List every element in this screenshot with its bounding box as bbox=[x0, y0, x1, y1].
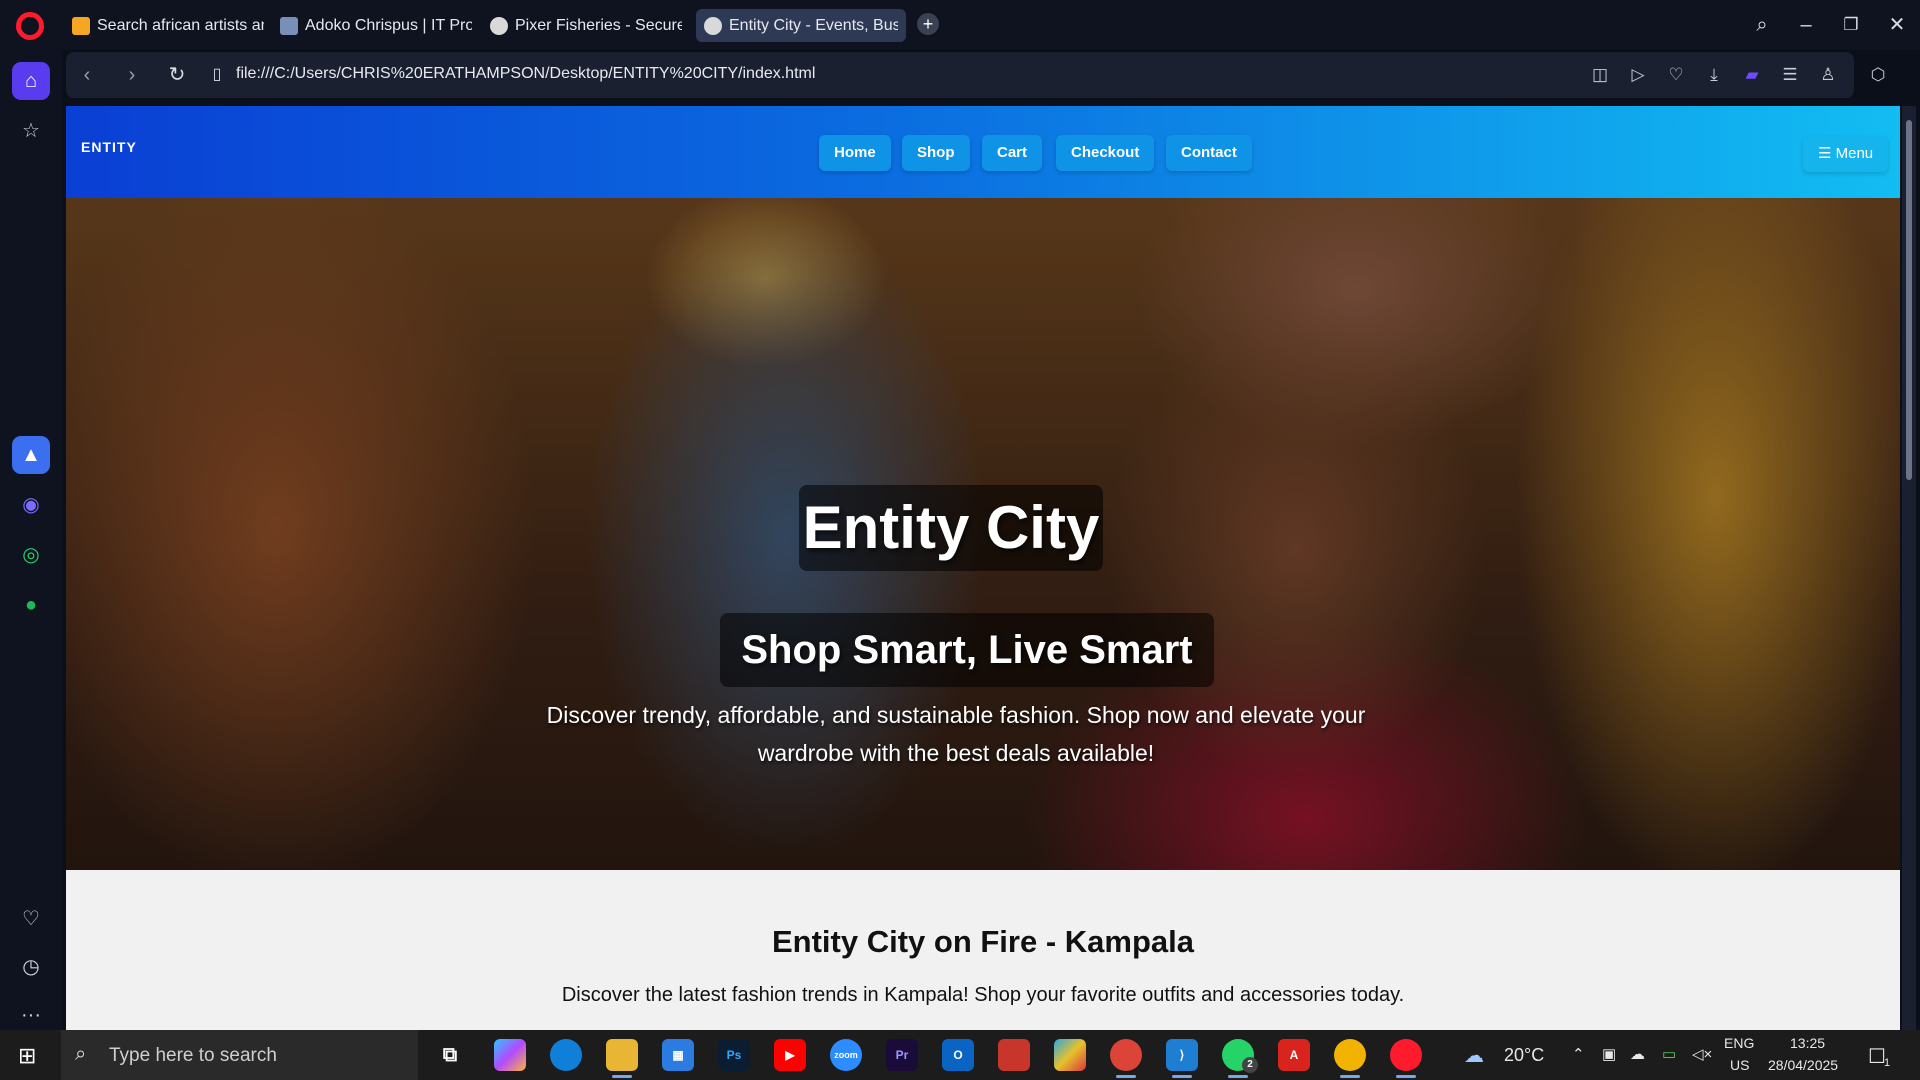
hero-banner: Entity City Shop Smart, Live Smart Disco… bbox=[66, 198, 1900, 870]
tab-label: Entity City - Events, Busine bbox=[729, 16, 898, 34]
reload-button[interactable]: ↻ bbox=[162, 60, 192, 90]
address-toolbar: ‹ › ↻ ▯ file:///C:/Users/CHRIS%20ERATHAM… bbox=[66, 52, 1854, 98]
scrollbar-thumb[interactable] bbox=[1906, 120, 1912, 480]
chrome-icon[interactable] bbox=[1110, 1039, 1142, 1078]
language-indicator[interactable]: ENG bbox=[1724, 1035, 1754, 1051]
browser-sidebar: ⌂ ☆ ▲ ◉ ◎ ● ♡ ◷ ··· bbox=[0, 50, 62, 1030]
tab-search-african-artists[interactable]: Search african artists and s bbox=[64, 9, 272, 42]
windows-taskbar: ⊞ ⌕ Type here to search ⧉ ▦ Ps ▶ zoom Pr… bbox=[0, 1030, 1920, 1080]
section-description: Discover the latest fashion trends in Ka… bbox=[561, 984, 1405, 1006]
snapshot-camera-icon[interactable]: ◫ bbox=[1586, 61, 1614, 89]
nav-home[interactable]: Home bbox=[819, 135, 891, 171]
nav-checkout[interactable]: Checkout bbox=[1056, 135, 1155, 171]
tab-favicon-icon bbox=[72, 16, 90, 35]
opera-taskbar-icon[interactable] bbox=[1390, 1039, 1422, 1078]
show-hidden-icons-chevron-icon[interactable]: ⌃ bbox=[1572, 1045, 1585, 1063]
youtube-icon[interactable]: ▶ bbox=[774, 1039, 806, 1071]
page-viewport: ENTITY Home Shop Cart Checkout Contact ☰… bbox=[66, 106, 1900, 1030]
vscode-icon[interactable]: ⟩ bbox=[1166, 1039, 1198, 1078]
messenger-icon[interactable]: ◉ bbox=[12, 486, 50, 524]
browser-titlebar: Search african artists and s Adoko Chris… bbox=[0, 0, 1920, 50]
aria-icon[interactable]: ▲ bbox=[12, 436, 50, 474]
weather-cloud-icon[interactable]: ☁ bbox=[1464, 1043, 1484, 1068]
windows-start-icon[interactable]: ⊞ bbox=[18, 1045, 40, 1067]
zoom-icon[interactable]: zoom bbox=[830, 1039, 862, 1071]
restore-button[interactable]: ❐ bbox=[1836, 10, 1866, 40]
new-tab-button[interactable]: + bbox=[917, 13, 939, 35]
battery-icon[interactable]: ▭ bbox=[1662, 1045, 1676, 1063]
featured-section: Entity City on Fire - Kampala Discover t… bbox=[66, 870, 1900, 1030]
copilot-icon[interactable] bbox=[494, 1039, 526, 1071]
volume-muted-icon[interactable]: ◁× bbox=[1692, 1045, 1712, 1063]
tab-favicon-icon bbox=[280, 16, 298, 35]
pdf-tool-icon[interactable] bbox=[998, 1039, 1030, 1071]
region-indicator[interactable]: US bbox=[1730, 1057, 1749, 1073]
hero-title-panel: Entity City bbox=[799, 485, 1103, 571]
vpn-battery-icon[interactable]: ▰ bbox=[1738, 61, 1766, 89]
site-brand-logo[interactable]: ENTITY bbox=[81, 139, 137, 155]
file-page-icon: ▯ bbox=[212, 66, 222, 83]
hero-subtitle-panel: Shop Smart, Live Smart bbox=[720, 613, 1214, 687]
tab-pixer-fisheries[interactable]: Pixer Fisheries - Secure Ac bbox=[482, 9, 690, 42]
minimize-button[interactable]: – bbox=[1791, 10, 1821, 40]
figma-like-app-icon[interactable] bbox=[1054, 1039, 1086, 1071]
section-title: Entity City on Fire - Kampala bbox=[771, 924, 1194, 959]
nav-cart[interactable]: Cart bbox=[982, 135, 1043, 171]
premiere-pro-icon[interactable]: Pr bbox=[886, 1039, 918, 1071]
whatsapp-taskbar-icon[interactable]: 2 bbox=[1222, 1039, 1258, 1078]
whatsapp-icon[interactable]: ◎ bbox=[12, 536, 50, 574]
player-icon[interactable]: ▷ bbox=[1624, 61, 1652, 89]
more-options-icon[interactable]: ··· bbox=[12, 996, 50, 1034]
whatsapp-badge: 2 bbox=[1242, 1057, 1258, 1073]
hero-subtitle: Shop Smart, Live Smart bbox=[741, 628, 1193, 672]
forward-button[interactable]: › bbox=[117, 60, 147, 90]
history-clock-icon[interactable]: ◷ bbox=[12, 948, 50, 986]
site-header: ENTITY Home Shop Cart Checkout Contact ☰… bbox=[66, 106, 1900, 198]
onedrive-icon[interactable]: ☁ bbox=[1630, 1045, 1645, 1063]
spotify-icon[interactable]: ● bbox=[12, 586, 50, 624]
my-flow-heart-icon[interactable]: ♡ bbox=[1662, 61, 1690, 89]
clock-date[interactable]: 28/04/2025 bbox=[1768, 1057, 1838, 1073]
back-button[interactable]: ‹ bbox=[72, 60, 102, 90]
hero-description: Discover trendy, affordable, and sustain… bbox=[546, 702, 1366, 766]
opera-logo-icon[interactable] bbox=[16, 12, 44, 40]
tab-adoko-chrispus[interactable]: Adoko Chrispus | IT Profes bbox=[272, 9, 480, 42]
bookmarks-heart-icon[interactable]: ♡ bbox=[12, 900, 50, 938]
home-icon[interactable]: ⌂ bbox=[12, 62, 50, 100]
hero-title: Entity City bbox=[802, 494, 1100, 561]
search-tabs-icon[interactable]: ⌕ bbox=[1747, 10, 1777, 40]
notification-count: 1 bbox=[1884, 1057, 1891, 1069]
easy-setup-icon[interactable]: ☰ bbox=[1776, 61, 1804, 89]
weather-temperature[interactable]: 20°C bbox=[1504, 1045, 1544, 1066]
chrome-profile-icon[interactable] bbox=[1334, 1039, 1366, 1078]
tab-entity-city[interactable]: Entity City - Events, Busine bbox=[696, 9, 906, 42]
address-bar[interactable]: file:///C:/Users/CHRIS%20ERATHAMPSON/Des… bbox=[236, 65, 815, 83]
edge-icon[interactable] bbox=[550, 1039, 582, 1071]
search-icon: ⌕ bbox=[75, 1043, 87, 1065]
microsoft-store-icon[interactable]: ▦ bbox=[662, 1039, 694, 1071]
file-explorer-icon[interactable] bbox=[606, 1039, 638, 1078]
nav-shop[interactable]: Shop bbox=[902, 135, 970, 171]
outlook-icon[interactable]: O bbox=[942, 1039, 974, 1071]
download-icon[interactable]: ⤓ bbox=[1700, 61, 1728, 89]
tab-label: Search african artists and s bbox=[97, 16, 264, 34]
clock-time[interactable]: 13:25 bbox=[1790, 1035, 1825, 1051]
globe-icon bbox=[704, 16, 722, 35]
extensions-cube-icon[interactable]: ⬡ bbox=[1864, 61, 1892, 89]
taskbar-search-box[interactable]: ⌕ Type here to search bbox=[61, 1030, 418, 1080]
profile-icon[interactable]: ♙ bbox=[1814, 61, 1842, 89]
speed-dial-star-icon[interactable]: ☆ bbox=[12, 112, 50, 150]
close-window-button[interactable]: ✕ bbox=[1882, 10, 1912, 40]
acrobat-icon[interactable]: A bbox=[1278, 1039, 1310, 1071]
globe-icon bbox=[490, 16, 508, 35]
taskbar-search-placeholder: Type here to search bbox=[109, 1045, 277, 1066]
tab-label: Adoko Chrispus | IT Profes bbox=[305, 16, 472, 34]
meet-now-icon[interactable]: ▣ bbox=[1602, 1045, 1616, 1063]
menu-toggle-button[interactable]: ☰ Menu bbox=[1803, 136, 1889, 172]
photoshop-icon[interactable]: Ps bbox=[718, 1039, 750, 1071]
tab-label: Pixer Fisheries - Secure Ac bbox=[515, 16, 682, 34]
nav-contact[interactable]: Contact bbox=[1166, 135, 1252, 171]
task-view-icon[interactable]: ⧉ bbox=[434, 1039, 466, 1071]
